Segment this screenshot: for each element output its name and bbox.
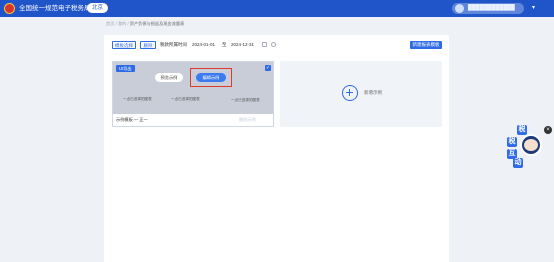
tax-emblem-icon [4, 3, 15, 14]
preview-button[interactable]: 预览示例 [155, 73, 183, 82]
date-separator: 至 [222, 42, 227, 47]
end-date-input[interactable]: 2024-12-31 [231, 41, 254, 49]
period-label: 税款所属时间 [160, 42, 187, 47]
placeholder-text: 一点已选择的图表 [171, 97, 200, 101]
mascot-char: 税 [507, 137, 517, 147]
add-template-label: 新增示例 [364, 90, 382, 95]
breadcrumb: 首页 / 我的 / 资产负债与损益及现金流量表 [106, 20, 184, 28]
top-bar: 全国统一规范电子税务局 北京 ████████████ ▾ [0, 0, 554, 17]
delete-button[interactable]: 删除 [140, 41, 156, 49]
region-selector[interactable]: 北京 [87, 3, 109, 13]
calendar-icon[interactable] [262, 42, 267, 47]
add-template-card[interactable]: 新增示例 [280, 61, 442, 127]
mascot-char: 动 [513, 158, 523, 168]
assistant-mascot[interactable]: 税 税 互 动 [505, 125, 549, 169]
breadcrumb-item[interactable]: 首页 [106, 21, 114, 26]
avatar [455, 4, 464, 13]
mascot-char: 税 [517, 125, 527, 135]
placeholder-text: 一点已选择的图表 [123, 97, 152, 101]
edit-button[interactable]: 编辑示例 [196, 73, 226, 82]
settings-icon[interactable] [271, 42, 276, 47]
mascot-face-icon [524, 139, 538, 151]
start-date-input[interactable]: 2024-01-01 [192, 41, 215, 49]
placeholder-text: 一点已选择的图表 [231, 98, 260, 102]
delete-example-link[interactable]: 删除示例 [239, 117, 256, 123]
checkbox-icon[interactable]: ✓ [265, 65, 271, 71]
card-tag: UI导出 [116, 65, 135, 72]
close-icon[interactable]: × [544, 126, 552, 134]
app-title: 全国统一规范电子税务局 [19, 5, 91, 12]
template-card[interactable]: UI导出 ✓ 预览示例 编辑示例 一点已选择的图表 一点已选择的图表 一点已选择… [112, 61, 274, 127]
breadcrumb-item[interactable]: 我的 [118, 21, 126, 26]
user-name: ████████████ [468, 5, 515, 11]
breadcrumb-current: 资产负债与损益及现金流量表 [129, 21, 185, 26]
template-name: 示例模板 — 正一 [116, 117, 148, 122]
new-template-button[interactable]: 新建报表模板 [410, 41, 442, 49]
chevron-down-icon[interactable]: ▾ [532, 3, 535, 14]
plus-circle-icon[interactable] [342, 85, 358, 101]
template-select-button[interactable]: 模板选择 [112, 41, 136, 49]
